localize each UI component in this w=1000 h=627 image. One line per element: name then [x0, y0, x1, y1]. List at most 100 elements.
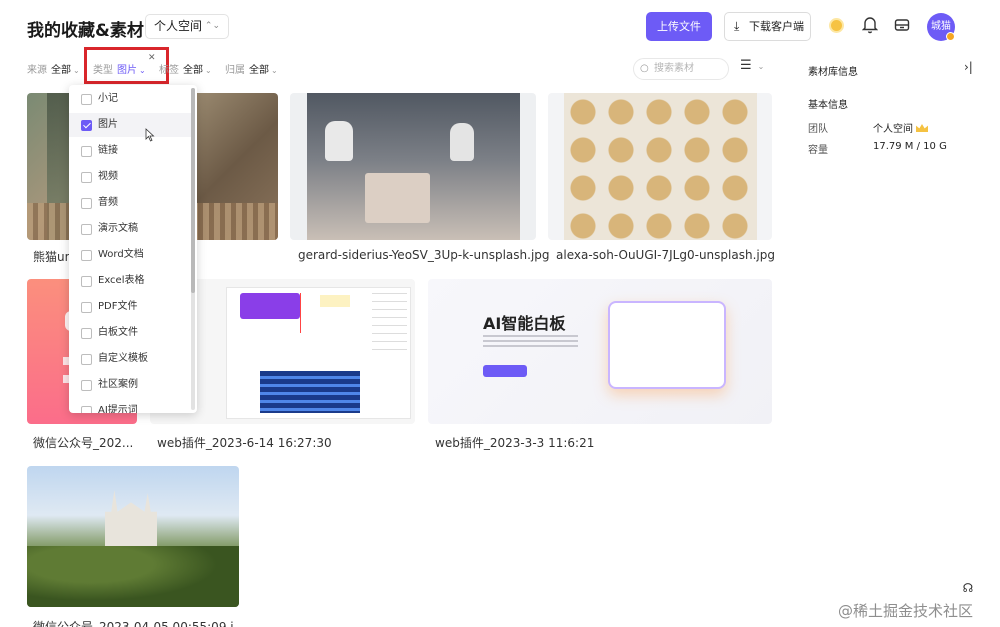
space-select[interactable]: 个人空间 ⌃⌄	[145, 14, 230, 39]
dropdown-item-label: AI提示词	[98, 405, 138, 413]
scrollbar-thumb[interactable]	[191, 88, 195, 293]
filter-source-label: 来源	[27, 65, 47, 76]
checkbox[interactable]	[81, 302, 92, 313]
filter-source-value: 全部	[51, 65, 71, 76]
photo-shape	[365, 173, 430, 223]
dropdown-item-pdf[interactable]: PDF文件	[69, 295, 191, 319]
card-name: alexa-soh-OuUGI-7JLg0-unsplash.jpg	[556, 248, 775, 262]
avatar-badge-icon	[946, 32, 955, 41]
dropdown-item-presentation[interactable]: 演示文稿	[69, 217, 191, 241]
collapse-panel-icon[interactable]: ›|	[964, 60, 973, 74]
checkbox[interactable]	[81, 198, 92, 209]
download-client-button[interactable]: ⤓ 下载客户端	[724, 12, 811, 41]
support-icon[interactable]: ☊	[958, 578, 978, 598]
page-title: 我的收藏&素材	[27, 21, 144, 41]
card-name: 熊猫un	[33, 250, 73, 264]
dropdown-item-image[interactable]: 图片	[69, 113, 191, 137]
space-select-value: 个人空间	[154, 19, 203, 33]
search-input[interactable]: ○ 搜索素材	[633, 58, 729, 80]
card-name: 微信公众号_2023-04-05 00:55:09.j	[33, 620, 234, 627]
card-thumbnail[interactable]: AI智能白板	[428, 279, 772, 424]
dropdown-item-template[interactable]: 自定义模板	[69, 347, 191, 371]
photo-bg	[564, 93, 757, 240]
photo-shape	[260, 371, 360, 413]
photo-shape	[240, 293, 300, 319]
dropdown-item-label: 白板文件	[98, 327, 138, 338]
card-name: 微信公众号_202...	[33, 436, 134, 450]
card-name: web插件_2023-6-14 16:27:30	[157, 436, 332, 450]
filter-owner[interactable]: 归属 全部 ⌄	[225, 61, 278, 76]
checkbox[interactable]	[81, 224, 92, 235]
dropdown-item-label: 社区案例	[98, 379, 138, 390]
filter-tag-label: 标签	[159, 65, 179, 76]
dropdown-item-link[interactable]: 链接	[69, 139, 191, 163]
team-value-text: 个人空间	[873, 124, 913, 135]
checkbox[interactable]	[81, 328, 92, 339]
photo-shape	[483, 335, 578, 349]
dropdown-item-label: 演示文稿	[98, 223, 138, 234]
filter-tag[interactable]: 标签 全部 ⌄	[159, 61, 212, 76]
dropdown-item-whiteboard[interactable]: 白板文件	[69, 321, 191, 345]
dropdown-item-label: 视频	[98, 171, 118, 182]
photo-shape	[325, 121, 353, 161]
dropdown-item-word[interactable]: Word文档	[69, 243, 191, 267]
filter-owner-value: 全部	[249, 65, 269, 76]
dropdown-item-label: 音频	[98, 197, 118, 208]
upload-button[interactable]: 上传文件	[646, 12, 712, 41]
checkbox[interactable]	[81, 380, 92, 391]
panel-title: 素材库信息	[808, 67, 858, 78]
card-thumbnail[interactable]	[290, 93, 536, 240]
card-thumbnail[interactable]	[27, 466, 239, 607]
photo-shape	[372, 293, 407, 353]
photo-shape	[608, 301, 726, 389]
dropdown-item-video[interactable]: 视频	[69, 165, 191, 189]
dropdown-item-label: Excel表格	[98, 275, 145, 286]
dropdown-item-audio[interactable]: 音频	[69, 191, 191, 215]
dropdown-item-label: 图片	[98, 119, 118, 130]
checkbox[interactable]	[81, 172, 92, 183]
crown-icon	[916, 124, 928, 132]
team-value: 个人空间	[873, 120, 928, 135]
dropdown-item-excel[interactable]: Excel表格	[69, 269, 191, 293]
dropdown-item-label: 链接	[98, 145, 118, 156]
checkbox[interactable]	[81, 146, 92, 157]
watermark: @稀土掘金技术社区	[838, 602, 974, 620]
chevron-down-icon: ⌄	[271, 66, 278, 75]
filter-owner-label: 归属	[225, 65, 245, 76]
photo-shape	[320, 295, 350, 307]
card-name: gerard-siderius-YeoSV_3Up-k-unsplash.jpg	[298, 248, 550, 262]
checkbox[interactable]	[81, 354, 92, 365]
clear-filter-icon[interactable]: ✕	[148, 53, 156, 63]
chevron-down-icon: ⌄	[73, 66, 80, 75]
chevron-down-icon: ⌄	[757, 62, 765, 71]
filter-source[interactable]: 来源 全部 ⌄	[27, 61, 80, 76]
dropdown-item-note[interactable]: 小记	[69, 87, 191, 111]
dropdown-scrollbar[interactable]	[191, 88, 195, 410]
photo-shape	[450, 123, 474, 161]
dropdown-item-ai-prompt[interactable]: AI提示词	[69, 399, 191, 413]
updown-chevron-icon: ⌃⌄	[204, 21, 221, 31]
sort-icon: ☰	[740, 58, 752, 73]
sort-button[interactable]: ☰ ⌄	[740, 58, 764, 73]
download-icon: ⤓	[734, 19, 740, 33]
checkbox-checked[interactable]	[81, 120, 92, 131]
checkbox[interactable]	[81, 250, 92, 261]
type-dropdown[interactable]: 小记 图片 链接 视频 音频 演示文稿 Word文档 Excel表格 PDF文件…	[69, 85, 197, 413]
coin-icon[interactable]	[829, 18, 844, 33]
bell-icon[interactable]	[862, 16, 878, 34]
checkbox[interactable]	[81, 406, 92, 413]
dropdown-item-community[interactable]: 社区案例	[69, 373, 191, 397]
thumb-title: AI智能白板	[483, 314, 566, 333]
checkbox[interactable]	[81, 94, 92, 105]
inbox-icon[interactable]	[894, 17, 910, 33]
card-thumbnail[interactable]	[548, 93, 772, 240]
photo-shape	[27, 546, 239, 607]
filter-highlight-box	[84, 47, 169, 84]
checkbox[interactable]	[81, 276, 92, 287]
capacity-value: 17.79 M / 10 G	[873, 141, 947, 152]
capacity-label: 容量	[808, 145, 828, 156]
card-name: web插件_2023-3-3 11:6:21	[435, 436, 595, 450]
download-client-label: 下载客户端	[749, 20, 804, 33]
dropdown-item-label: PDF文件	[98, 301, 138, 312]
mouse-cursor-icon	[145, 128, 155, 142]
